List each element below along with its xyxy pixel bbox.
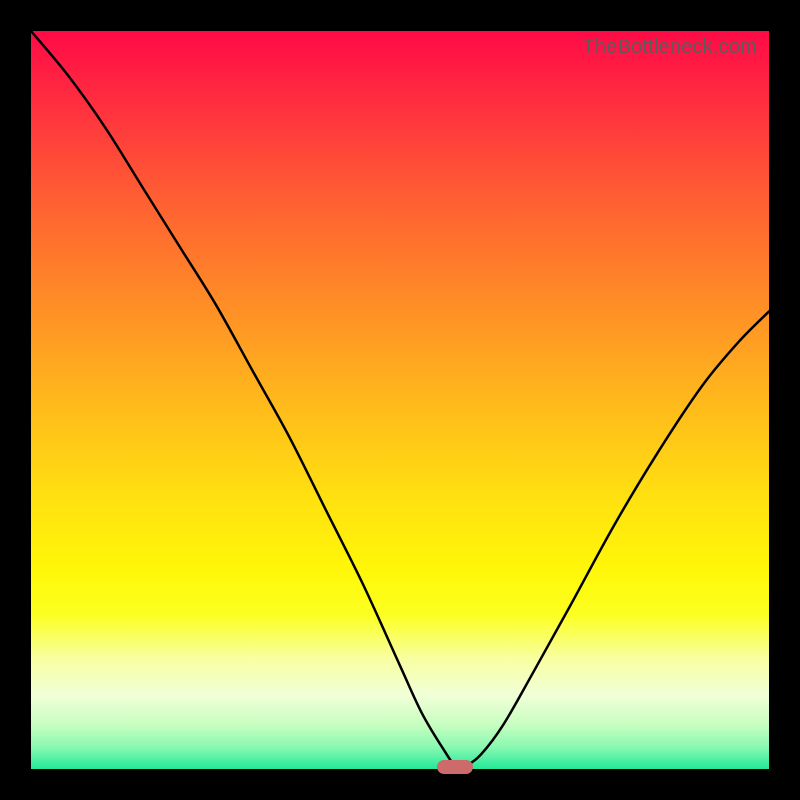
bottleneck-curve (31, 31, 769, 769)
curve-path (31, 31, 769, 767)
chart-frame: TheBottleneck.com (0, 0, 800, 800)
plot-area: TheBottleneck.com (31, 31, 769, 769)
minimum-marker (437, 760, 473, 774)
